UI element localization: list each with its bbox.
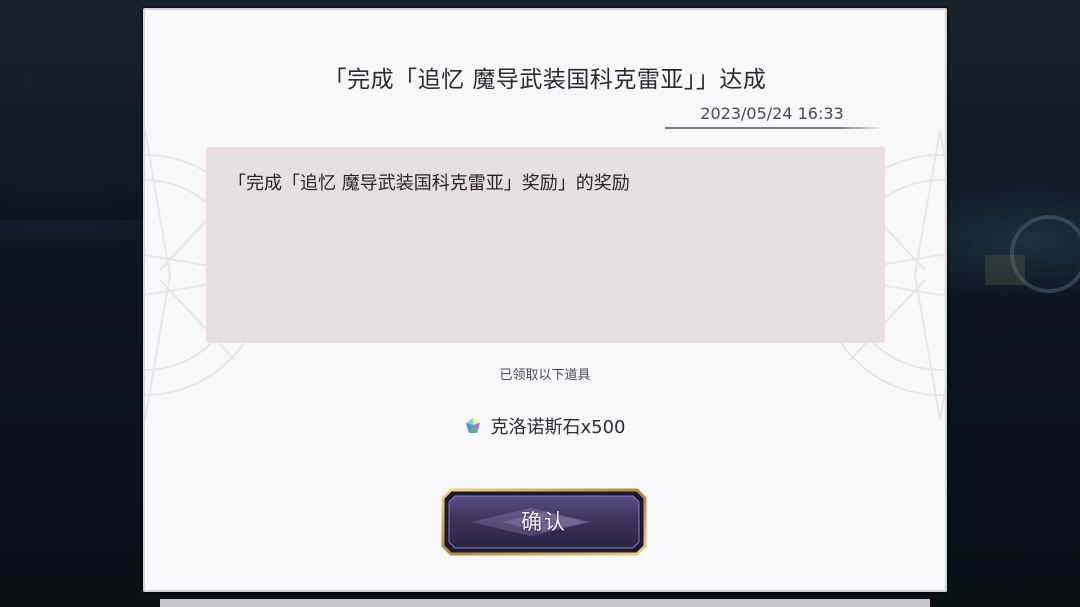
dialog-title: 「完成「追忆 魔导武装国科克雷亚」」达成 [323, 67, 767, 93]
timestamp: 2023/05/24 16:33 [700, 104, 844, 123]
confirm-button[interactable]: 确认 [441, 488, 647, 556]
reward-text: 克洛诺斯石x500 [490, 417, 626, 438]
background-wheel [1010, 215, 1080, 293]
timestamp-underline [665, 127, 883, 129]
received-items-label: 已领取以下道具 [499, 368, 591, 383]
reward-dialog: 「完成「追忆 魔导武装国科克雷亚」」达成 2023/05/24 16:33 「完… [143, 8, 947, 592]
message-box: 「完成「追忆 魔导武装国科克雷亚」奖励」的奖励 [206, 147, 885, 343]
chronos-stone-icon [466, 418, 481, 433]
reward-item: 克洛诺斯石x500 [145, 413, 945, 439]
message-text: 「完成「追忆 魔导武装国科克雷亚」奖励」的奖励 [228, 173, 630, 194]
confirm-button-label: 确认 [521, 510, 567, 534]
background-strip [160, 599, 930, 607]
